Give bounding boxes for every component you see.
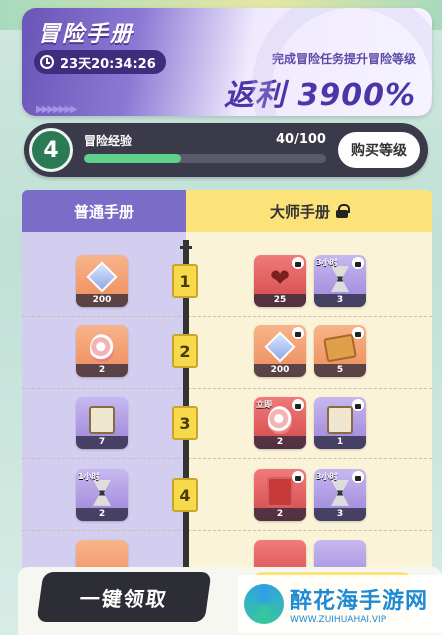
tier-number: 1 — [172, 264, 198, 298]
reward-slot[interactable]: 200 — [254, 325, 306, 377]
watermark-url: WWW.ZUIHUAHAI.VIP — [290, 615, 387, 625]
experience-bar: 4 冒险经验 40/100 购买等级 — [24, 123, 428, 177]
reward-tag: 立即 — [256, 400, 272, 409]
clock-icon — [40, 55, 54, 69]
lock-icon — [352, 399, 364, 411]
hourglass-icon — [331, 265, 349, 292]
countdown-timer: 23天20:34:26 — [34, 50, 166, 74]
xp-progress-fill — [84, 154, 181, 163]
reward-count: 2 — [254, 508, 306, 521]
reward-slot[interactable]: 2 — [76, 325, 128, 377]
biscuit-icon — [323, 333, 357, 363]
reward-count: 2 — [76, 508, 128, 521]
reward-count: 3 — [314, 508, 366, 521]
reward-slot[interactable]: 7 — [76, 397, 128, 449]
book-icon — [327, 405, 353, 434]
row-divider — [22, 458, 432, 459]
row-divider — [22, 316, 432, 317]
reward-slot[interactable]: 3小时 3 — [314, 255, 366, 307]
lock-icon — [352, 471, 364, 483]
header-subtitle: 完成冒险任务提升冒险等级 — [271, 52, 416, 66]
lock-icon — [352, 257, 364, 269]
rebate-text: 返利 3900% — [224, 78, 416, 113]
reward-slot[interactable]: 1小时 2 — [76, 469, 128, 521]
xp-progress-track — [84, 154, 326, 163]
reward-tag: 3小时 — [316, 258, 338, 267]
page-title: 冒险手册 — [38, 22, 135, 47]
reward-slot[interactable]: 2 — [254, 469, 306, 521]
reward-count: 200 — [254, 364, 306, 377]
xp-label: 冒险经验 — [84, 134, 133, 148]
tab-normal-handbook[interactable]: 普通手册 — [22, 190, 186, 232]
claim-all-button[interactable]: 一键领取 — [36, 572, 212, 622]
chevron-decor-icon: ▶▶▶▶▶▶▶ — [36, 104, 78, 115]
tier-number: 3 — [172, 406, 198, 440]
watermark-name: 醉花海手游网 — [290, 589, 429, 614]
reward-slot[interactable]: 1 — [314, 397, 366, 449]
book-icon — [89, 405, 115, 434]
tab-master-handbook[interactable]: 大师手册 — [186, 190, 432, 232]
reward-slot[interactable]: 200 — [76, 255, 128, 307]
reward-slot[interactable]: 3小时 3 — [314, 469, 366, 521]
reward-slot[interactable]: ❤ 25 — [254, 255, 306, 307]
row-divider — [22, 530, 432, 531]
level-badge: 4 — [29, 128, 73, 172]
lock-icon — [336, 204, 350, 218]
lock-icon — [292, 257, 304, 269]
lock-icon — [352, 327, 364, 339]
reward-count: 2 — [76, 364, 128, 377]
xp-value: 40/100 — [276, 132, 326, 147]
hourglass-icon — [331, 479, 349, 506]
reward-tag: 3小时 — [316, 472, 338, 481]
reward-count: 7 — [76, 436, 128, 449]
crystal-icon — [86, 261, 118, 293]
handbook-header-card: 冒险手册 23天20:34:26 ▶▶▶▶▶▶▶ 完成冒险任务提升冒险等级 返利… — [22, 8, 432, 116]
buy-level-button[interactable]: 购买等级 — [338, 132, 420, 168]
egg-icon — [90, 333, 114, 362]
watermark: 醉花海手游网 WWW.ZUIHUAHAI.VIP — [238, 575, 442, 633]
reward-slot[interactable]: 5 — [314, 325, 366, 377]
track-tick — [180, 246, 192, 249]
heart-badge-icon: ❤ — [269, 263, 291, 292]
hourglass-icon — [93, 479, 111, 506]
lock-icon — [292, 399, 304, 411]
tab-master-label: 大师手册 — [269, 202, 330, 221]
tier-number: 2 — [172, 334, 198, 368]
egg-icon — [268, 405, 292, 434]
lock-icon — [292, 471, 304, 483]
red-book-icon — [267, 476, 293, 507]
reward-count: 2 — [254, 436, 306, 449]
reward-count: 25 — [254, 294, 306, 307]
row-divider — [22, 388, 432, 389]
reward-slot[interactable]: 立即 2 — [254, 397, 306, 449]
reward-count: 200 — [76, 294, 128, 307]
reward-tag: 1小时 — [78, 472, 100, 481]
reward-count: 3 — [314, 294, 366, 307]
tab-normal-label: 普通手册 — [73, 202, 134, 221]
reward-count: 1 — [314, 436, 366, 449]
watermark-logo-icon — [244, 584, 284, 624]
crystal-icon — [264, 331, 296, 363]
lock-icon — [292, 327, 304, 339]
reward-count: 5 — [314, 364, 366, 377]
timer-text: 23天20:34:26 — [60, 56, 156, 72]
tier-number: 4 — [172, 478, 198, 512]
